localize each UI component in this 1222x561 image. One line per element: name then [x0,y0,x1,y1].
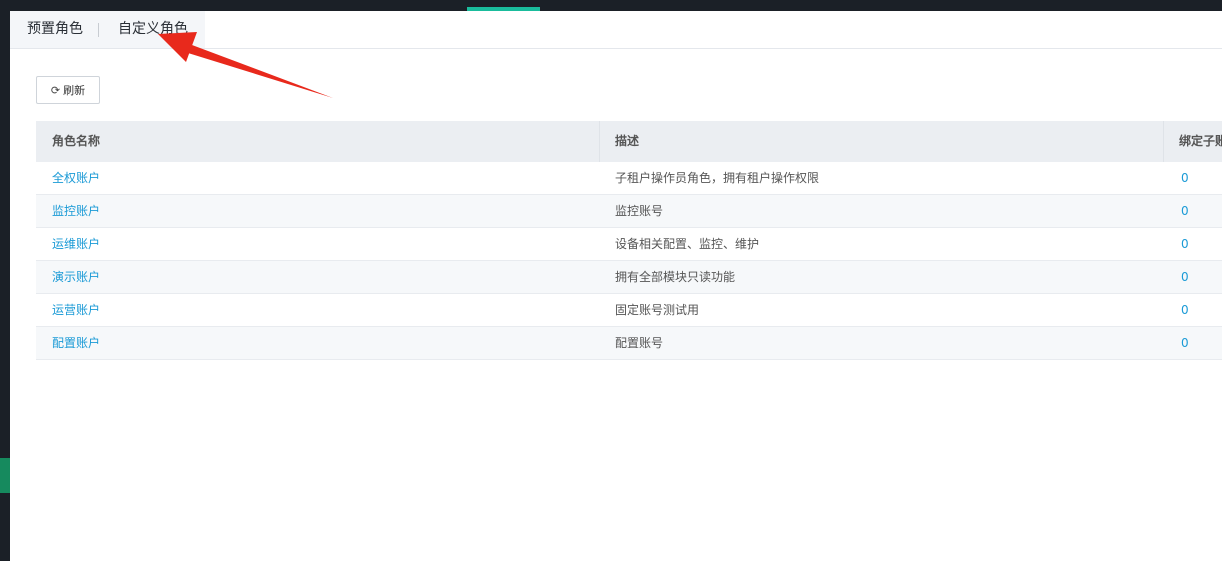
refresh-button[interactable]: ⟳ 刷新 [36,76,100,104]
role-name-link[interactable]: 演示账户 [52,261,100,294]
content-panel: 预置角色 自定义角色 ⟳ 刷新 角色名称 描述 绑定子账 全权账户 子租户操作员… [10,11,1222,561]
role-description: 设备相关配置、监控、维护 [615,237,760,251]
role-name-link[interactable]: 运维账户 [52,228,100,261]
tab-custom-roles[interactable]: 自定义角色 [118,11,188,48]
sidebar-active-indicator [0,458,10,493]
table-header: 角色名称 描述 绑定子账 [36,121,1222,162]
tab-preset-roles[interactable]: 预置角色 [27,11,83,48]
bound-count-link[interactable]: 0 [1181,327,1189,360]
table-row: 监控账户 监控账号 0 [36,195,1222,228]
role-tabs: 预置角色 自定义角色 [10,11,1222,49]
role-description: 子租户操作员角色，拥有租户操作权限 [615,171,820,185]
tab-group: 预置角色 自定义角色 [10,11,205,48]
refresh-button-label: 刷新 [63,84,86,97]
table-row: 全权账户 子租户操作员角色，拥有租户操作权限 0 [36,162,1222,195]
role-description: 监控账号 [615,204,664,218]
table-row: 演示账户 拥有全部模块只读功能 0 [36,261,1222,294]
bound-count-link[interactable]: 0 [1181,162,1189,195]
role-name-link[interactable]: 全权账户 [52,162,100,195]
role-name-link[interactable]: 运营账户 [52,294,100,327]
bound-count-link[interactable]: 0 [1181,261,1189,294]
column-header-description: 描述 [615,134,640,148]
table-row: 运维账户 设备相关配置、监控、维护 0 [36,228,1222,261]
role-name-link[interactable]: 监控账户 [52,195,100,228]
tab-divider [98,23,99,37]
role-name-link[interactable]: 配置账户 [52,327,100,360]
role-description: 配置账号 [615,336,664,350]
bound-count-link[interactable]: 0 [1181,195,1189,228]
column-header-role-name: 角色名称 [52,134,101,148]
refresh-icon: ⟳ [50,83,61,97]
role-description: 固定账号测试用 [615,303,700,317]
table-row: 配置账户 配置账号 0 [36,327,1222,360]
bound-count-link[interactable]: 0 [1181,228,1189,261]
role-description: 拥有全部模块只读功能 [615,270,736,284]
bound-count-link[interactable]: 0 [1181,294,1189,327]
column-header-bound-subaccounts: 绑定子账 [1179,134,1222,148]
column-divider [1163,121,1164,162]
roles-table: 角色名称 描述 绑定子账 全权账户 子租户操作员角色，拥有租户操作权限 0 监控… [36,121,1222,360]
column-divider [599,121,600,162]
table-row: 运营账户 固定账号测试用 0 [36,294,1222,327]
